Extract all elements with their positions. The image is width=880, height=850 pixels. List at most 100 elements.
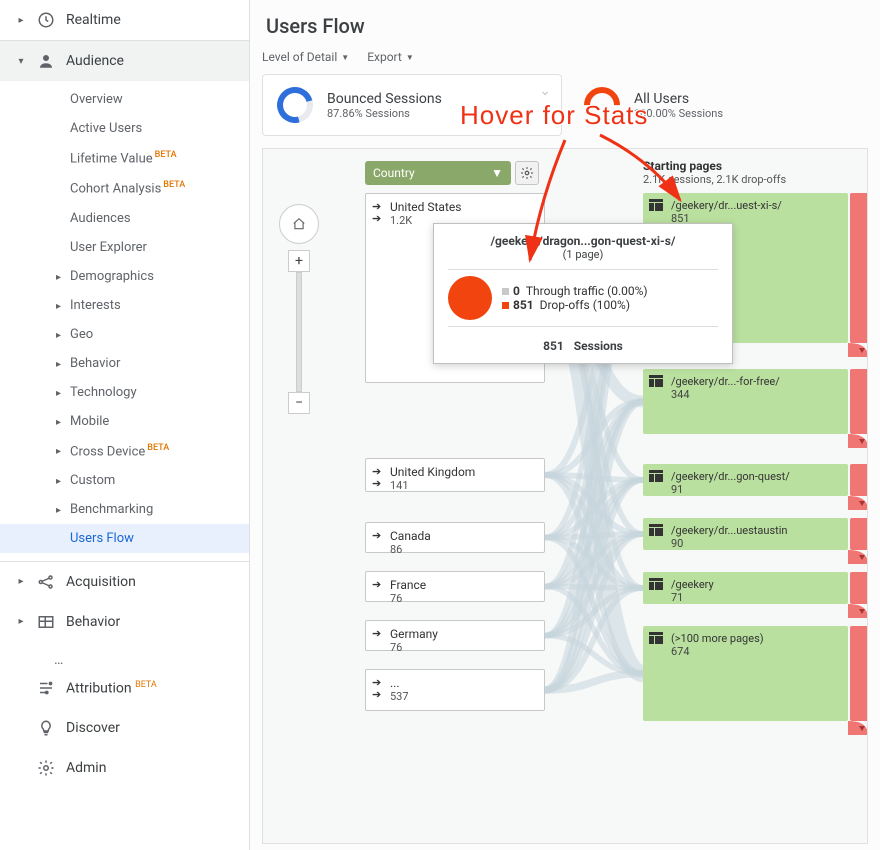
country-node[interactable]: ➔Germany76 bbox=[365, 620, 545, 651]
tooltip-circle-icon bbox=[448, 276, 492, 320]
beta-badge: BETA bbox=[155, 150, 177, 160]
bulb-icon bbox=[36, 718, 56, 738]
zoom-in-button[interactable]: + bbox=[288, 250, 310, 272]
nav-label: Audience bbox=[66, 53, 124, 69]
page-node[interactable]: /geekery71 bbox=[643, 572, 848, 604]
sidebar: ▸ Realtime ▾ Audience OverviewActive Use… bbox=[0, 0, 250, 850]
page-value: 71 bbox=[671, 591, 842, 604]
beta-badge: BETA bbox=[163, 180, 185, 190]
page-icon bbox=[649, 632, 663, 644]
audience-subitems: OverviewActive UsersLifetime ValueBETACo… bbox=[0, 81, 249, 561]
chevron-right-icon: ▸ bbox=[16, 15, 26, 26]
nav-realtime[interactable]: ▸ Realtime bbox=[0, 0, 249, 40]
sidebar-item-demographics[interactable]: ▸Demographics bbox=[0, 262, 249, 291]
page-name: /geekery/dr...uest-xi-s/ bbox=[671, 199, 842, 212]
sidebar-item-user-explorer[interactable]: User Explorer bbox=[0, 233, 249, 262]
segment-sub: 87.86% Sessions bbox=[327, 107, 442, 120]
sidebar-item-cohort-analysis[interactable]: Cohort AnalysisBETA bbox=[0, 173, 249, 203]
country-node[interactable]: ➔➔...537 bbox=[365, 669, 545, 711]
sidebar-item-geo[interactable]: ▸Geo bbox=[0, 320, 249, 349]
page-node[interactable]: (>100 more pages)674 bbox=[643, 626, 848, 721]
page-node[interactable]: /geekery/dr...-for-free/344 bbox=[643, 369, 848, 434]
chevron-right-icon: ▸ bbox=[56, 359, 61, 370]
nav-admin[interactable]: Admin bbox=[0, 748, 249, 788]
chevron-right-icon: ▸ bbox=[56, 301, 61, 312]
sidebar-item-overview[interactable]: Overview bbox=[0, 85, 249, 114]
sidebar-item-cross-device[interactable]: ▸Cross DeviceBETA bbox=[0, 436, 249, 466]
zoom-slider[interactable] bbox=[296, 272, 302, 392]
sidebar-item-lifetime-value[interactable]: Lifetime ValueBETA bbox=[0, 143, 249, 173]
clock-icon bbox=[36, 10, 56, 30]
country-node[interactable]: ➔ Canada86 bbox=[365, 522, 545, 553]
sidebar-item-mobile[interactable]: ▸Mobile bbox=[0, 407, 249, 436]
sidebar-item-interests[interactable]: ▸Interests bbox=[0, 291, 249, 320]
dimension-dropdown[interactable]: Country▼ bbox=[365, 161, 511, 185]
country-node[interactable]: ➔➔United Kingdom141 bbox=[365, 458, 545, 492]
flow-tooltip: /geekery/dragon...gon-quest-xi-s/ (1 pag… bbox=[433, 223, 733, 364]
settings-button[interactable] bbox=[515, 161, 539, 185]
nav-label: Acquisition bbox=[66, 574, 136, 590]
tooltip-subtitle: (1 page) bbox=[448, 248, 718, 261]
nav-label: Realtime bbox=[66, 12, 121, 28]
page-name: (>100 more pages) bbox=[671, 632, 842, 645]
gear-icon bbox=[36, 758, 56, 778]
nav-label: Discover bbox=[66, 720, 120, 736]
nav-label: Behavior bbox=[66, 614, 120, 630]
dropoff-bar bbox=[850, 572, 868, 604]
segment-bounced[interactable]: Bounced Sessions 87.86% Sessions ⌄ bbox=[262, 74, 562, 136]
country-name: Canada bbox=[390, 529, 536, 543]
page-title: Users Flow bbox=[266, 14, 864, 38]
nav-attribution[interactable]: Attribution BETA bbox=[0, 668, 249, 708]
page-name: /geekery/dr...gon-quest/ bbox=[671, 470, 842, 483]
main-content: Users Flow Level of Detail▼ Export▼ Boun… bbox=[250, 0, 880, 850]
chevron-right-icon: ▸ bbox=[16, 616, 26, 627]
country-value: 76 bbox=[390, 641, 536, 654]
sidebar-item-technology[interactable]: ▸Technology bbox=[0, 378, 249, 407]
sidebar-item-users-flow[interactable]: Users Flow bbox=[0, 524, 249, 553]
page-value: 674 bbox=[671, 645, 842, 658]
dropoff-bar bbox=[850, 626, 868, 721]
country-name: United Kingdom bbox=[390, 465, 536, 479]
page-icon bbox=[649, 199, 663, 211]
page-node[interactable]: /geekery/dr...gon-quest/91 bbox=[643, 464, 848, 496]
sidebar-item-active-users[interactable]: Active Users bbox=[0, 114, 249, 143]
chevron-down-icon: ▼ bbox=[406, 53, 414, 62]
nav-truncated: … bbox=[0, 642, 249, 668]
starting-pages-header: Starting pages 2.1K sessions, 2.1K drop-… bbox=[643, 159, 786, 186]
nav-acquisition[interactable]: ▸ Acquisition bbox=[0, 562, 249, 602]
country-value: 86 bbox=[390, 543, 536, 556]
attribution-icon bbox=[36, 678, 56, 698]
page-node[interactable]: /geekery/dr...uestaustin90 bbox=[643, 518, 848, 550]
dropoff-bar bbox=[850, 193, 868, 343]
arrow-icon: ➔ bbox=[372, 578, 381, 591]
chevron-down-icon: ▼ bbox=[341, 53, 349, 62]
chevron-down-icon: ▾ bbox=[16, 56, 26, 67]
flow-canvas[interactable]: Country▼ Starting pages 2.1K sessions, 2… bbox=[262, 148, 868, 844]
beta-badge: BETA bbox=[147, 443, 169, 453]
export-dropdown[interactable]: Export▼ bbox=[367, 50, 414, 64]
zoom-out-button[interactable]: − bbox=[288, 392, 310, 414]
nav-label: Attribution BETA bbox=[66, 680, 157, 697]
sidebar-item-benchmarking[interactable]: ▸Benchmarking bbox=[0, 495, 249, 524]
sidebar-item-custom[interactable]: ▸Custom bbox=[0, 466, 249, 495]
page-name: /geekery/dr...uestaustin bbox=[671, 524, 842, 537]
segment-title: Bounced Sessions bbox=[327, 91, 442, 107]
nav-behavior[interactable]: ▸ Behavior bbox=[0, 602, 249, 642]
arrow-icon: ➔ bbox=[372, 529, 381, 542]
nav-audience[interactable]: ▾ Audience bbox=[0, 41, 249, 81]
country-name: United States bbox=[390, 200, 536, 214]
chevron-down-icon: ▼ bbox=[491, 166, 503, 180]
nav-label: Admin bbox=[66, 760, 106, 776]
country-value: 537 bbox=[390, 690, 536, 703]
zoom-home-button[interactable] bbox=[279, 204, 319, 244]
page-value: 90 bbox=[671, 537, 842, 550]
country-node[interactable]: ➔France76 bbox=[365, 571, 545, 602]
chevron-down-icon: ⌄ bbox=[539, 83, 551, 99]
nav-discover[interactable]: Discover bbox=[0, 708, 249, 748]
segment-all-users[interactable]: All Users 100.00% Sessions bbox=[570, 74, 868, 136]
level-of-detail-dropdown[interactable]: Level of Detail▼ bbox=[262, 50, 349, 64]
sidebar-item-audiences[interactable]: Audiences bbox=[0, 204, 249, 233]
chevron-right-icon: ▸ bbox=[16, 576, 26, 587]
sidebar-item-behavior[interactable]: ▸Behavior bbox=[0, 349, 249, 378]
chevron-right-icon: ▸ bbox=[56, 388, 61, 399]
